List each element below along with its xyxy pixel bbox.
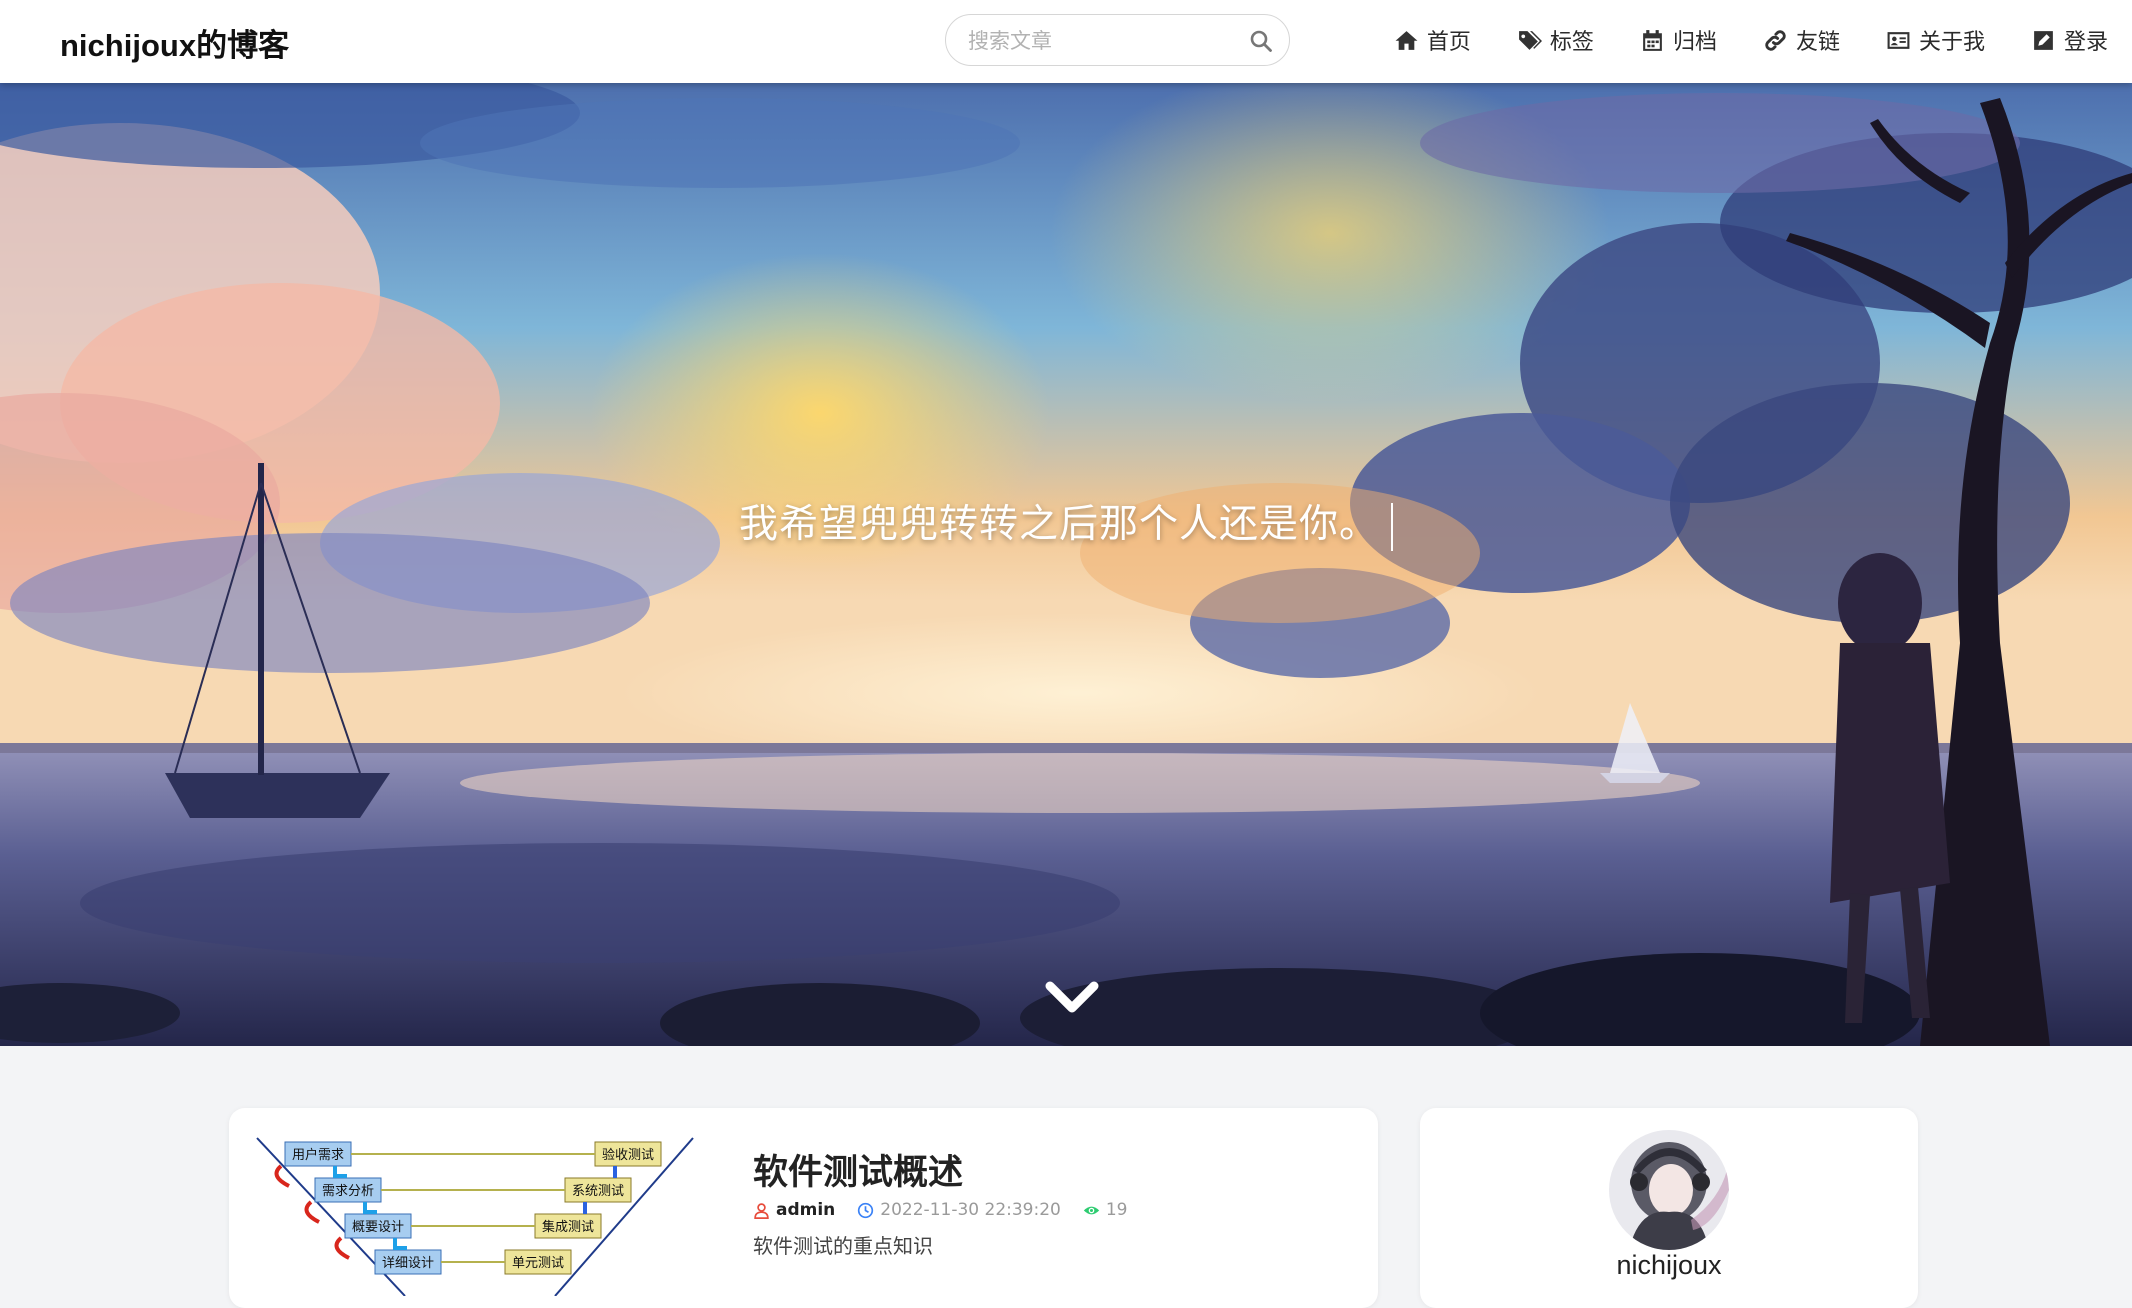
nav-login[interactable]: 登录: [2031, 24, 2108, 56]
hero-banner: 我希望兜兜转转之后那个人还是你。: [0, 83, 2132, 1046]
post-title[interactable]: 软件测试概述: [753, 1144, 963, 1195]
profile-card: nichijoux: [1420, 1108, 1918, 1308]
post-date: 2022-11-30 22:39:20: [857, 1200, 1061, 1220]
calendar-icon: [1643, 29, 1662, 51]
hero-quote-container: 我希望兜兜转转之后那个人还是你。: [0, 493, 2132, 551]
thumb-step-left-3: 概要设计: [352, 1220, 404, 1235]
post-card[interactable]: 用户需求 需求分析 概要设计 详细设计 验收测试 系统测试 集成测试 单元测试 …: [229, 1108, 1378, 1308]
thumb-step-right-3: 集成测试: [542, 1219, 594, 1235]
nav-about-label: 关于我: [1918, 30, 1985, 55]
post-meta: admin 2022-11-30 22:39:20 19: [753, 1200, 1150, 1220]
post-views-count: 19: [1105, 1200, 1128, 1220]
thumb-step-right-4: 单元测试: [512, 1256, 564, 1271]
post-author-name: admin: [776, 1200, 836, 1220]
hero-quote: 我希望兜兜转转之后那个人还是你。: [738, 502, 1379, 547]
navbar: nichijoux的博客 首页 标签 归档 友链 关于我: [0, 0, 2132, 83]
link-icon: [1765, 29, 1786, 51]
home-icon: [1395, 30, 1418, 50]
hero-background-illustration: [0, 83, 2132, 1046]
search-input[interactable]: [968, 27, 1228, 55]
post-author: admin: [753, 1200, 835, 1220]
nav-friends-label: 友链: [1795, 30, 1840, 55]
nav-archive[interactable]: 归档: [1640, 24, 1717, 56]
id-card-icon: [1887, 31, 1910, 49]
nav-home[interactable]: 首页: [1394, 24, 1471, 56]
nav-home-label: 首页: [1426, 30, 1471, 55]
user-icon: [754, 1202, 769, 1219]
nav-about[interactable]: 关于我: [1886, 24, 1985, 56]
search-box[interactable]: [945, 14, 1290, 66]
nav-login-label: 登录: [2063, 30, 2108, 55]
post-thumbnail[interactable]: 用户需求 需求分析 概要设计 详细设计 验收测试 系统测试 集成测试 单元测试: [255, 1136, 695, 1296]
login-icon: [2034, 30, 2053, 50]
thumb-step-left-2: 需求分析: [322, 1184, 374, 1199]
nav-archive-label: 归档: [1672, 30, 1717, 55]
clock-icon: [858, 1202, 874, 1218]
main-nav: 首页 标签 归档 友链 关于我 登录: [1348, 0, 2108, 80]
post-summary: 软件测试的重点知识: [753, 1234, 933, 1258]
eye-icon: [1083, 1206, 1100, 1214]
search-icon[interactable]: [1249, 29, 1273, 53]
post-views: 19: [1083, 1200, 1128, 1220]
nav-tags-label: 标签: [1549, 30, 1594, 55]
tags-icon: [1519, 30, 1542, 50]
profile-name[interactable]: nichijoux: [1420, 1250, 1918, 1281]
site-title[interactable]: nichijoux的博客: [60, 20, 289, 65]
nav-tags[interactable]: 标签: [1517, 24, 1594, 56]
nav-friends[interactable]: 友链: [1763, 24, 1840, 56]
avatar[interactable]: [1609, 1130, 1729, 1250]
chevron-down-icon[interactable]: [1044, 976, 1100, 1016]
typing-cursor: [1391, 502, 1393, 551]
thumb-step-right-1: 验收测试: [602, 1147, 654, 1163]
post-date-text: 2022-11-30 22:39:20: [880, 1200, 1061, 1220]
thumb-step-left-4: 详细设计: [382, 1256, 434, 1271]
thumb-step-right-2: 系统测试: [572, 1184, 624, 1199]
thumb-step-left-1: 用户需求: [292, 1147, 344, 1163]
